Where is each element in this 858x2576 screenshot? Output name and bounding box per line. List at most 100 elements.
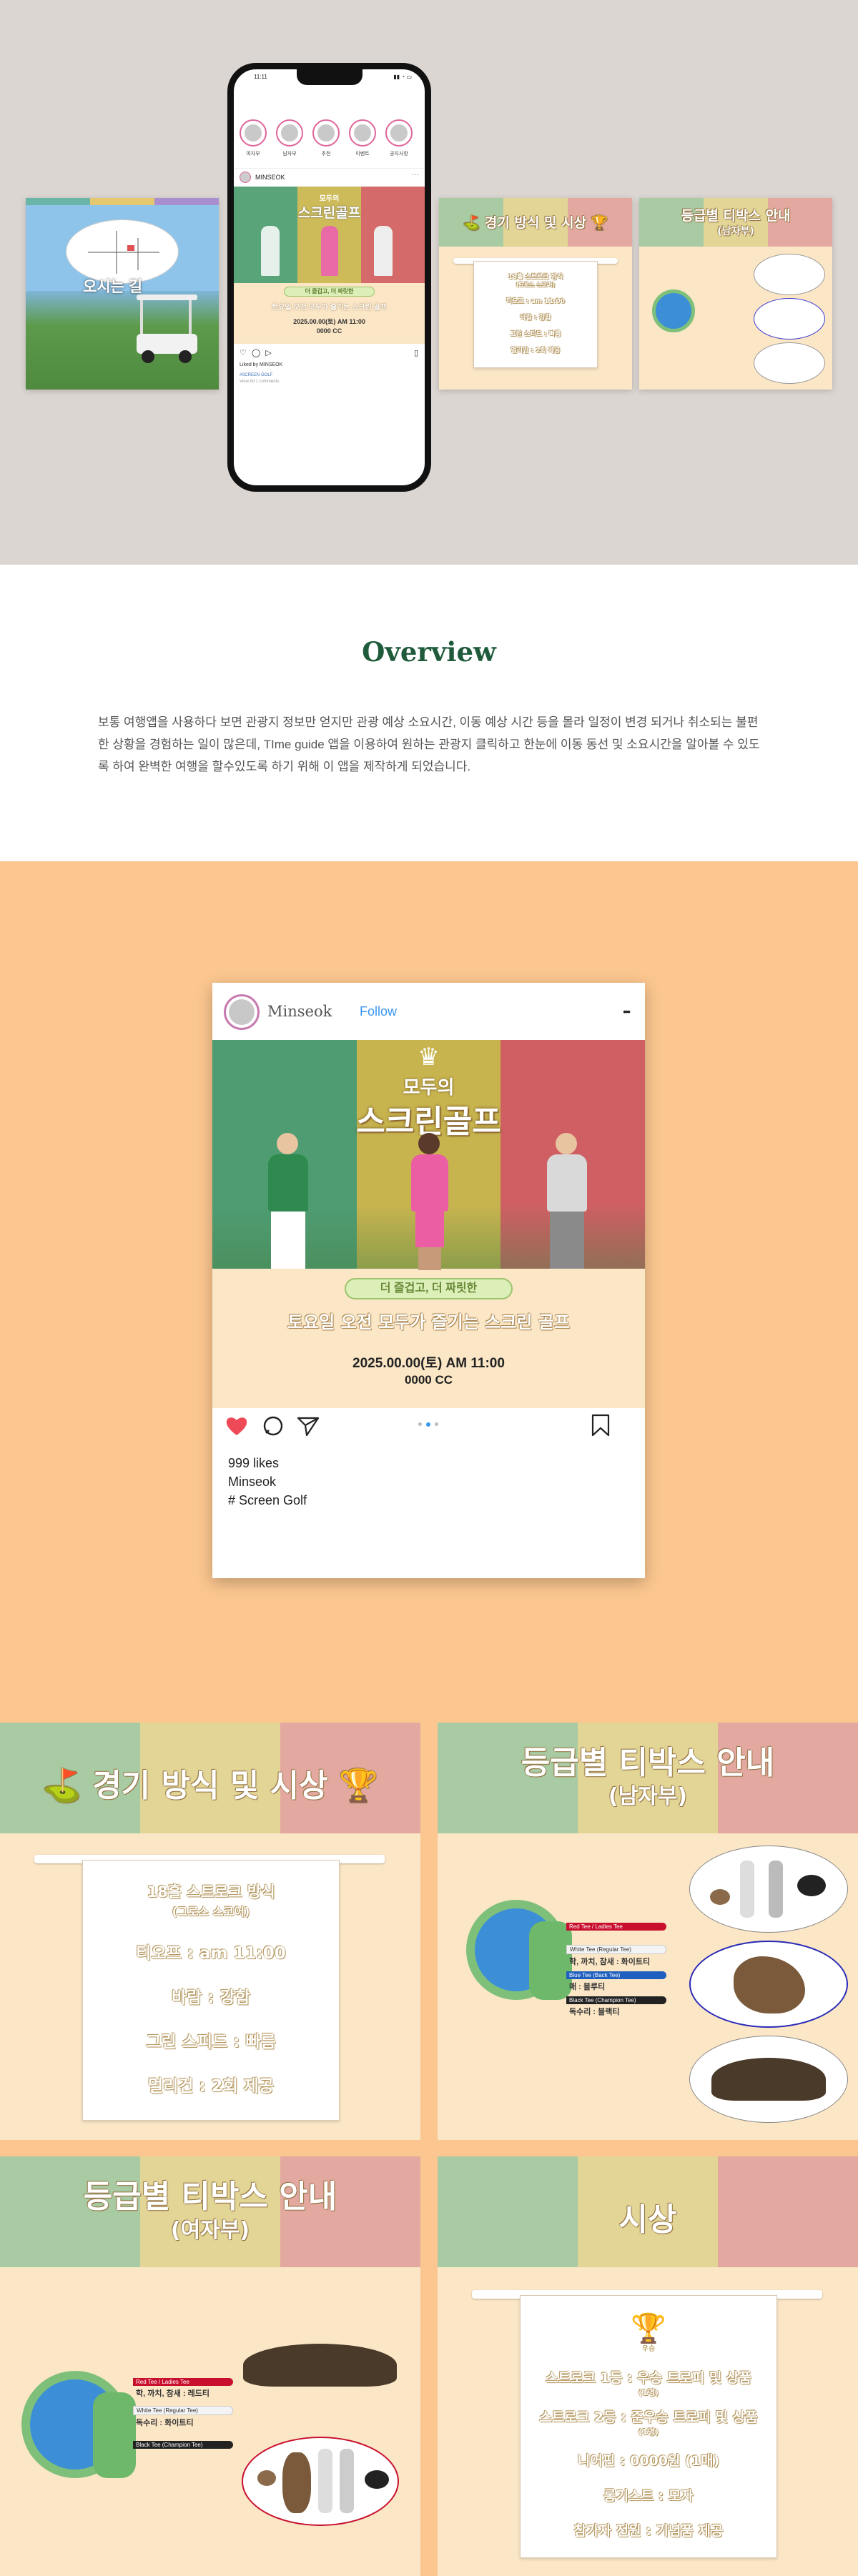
heart-icon[interactable]: ♡	[240, 349, 247, 357]
tee-label-red: Red Tee / Ladies Tee	[566, 1923, 666, 1931]
rule-line: 티오프 : am 11:00	[136, 1944, 286, 1963]
mini-rule-line: 그린 스피드 : 빠름	[510, 331, 561, 338]
tee-mini-card: 등급별 티박스 안내 (남자부)	[639, 198, 832, 390]
share-icon[interactable]	[297, 1415, 320, 1437]
tee-women-title: 등급별 티박스 안내	[83, 2179, 337, 2215]
bird-ellipse	[754, 298, 825, 340]
tee-men-subtitle: (남자부)	[608, 1784, 688, 1809]
mini-rule-line: 바람 : 강함	[520, 314, 551, 322]
phone-poster-title: 스크린골프	[297, 206, 361, 221]
rules-tile: ⛳ 경기 방식 및 시상 🏆 18홀 스트로크 방식 (그로스 스코어) 티오프…	[0, 1723, 420, 2140]
more-options-icon[interactable]: •••	[623, 1006, 631, 1017]
poster-datetime: 2025.00.00(토) AM 11:00	[352, 1356, 505, 1371]
phone-poster-venue: 0000 CC	[316, 327, 342, 335]
story-label: 남자부	[282, 152, 297, 157]
phone-comments[interactable]: View All 1 comments	[240, 380, 279, 384]
tee-grade-text: 매 : 블루티	[569, 1983, 606, 1991]
tee-labels: Red Tee / Ladies Tee 학, 까치, 참새 : 레드티 Whi…	[133, 2378, 233, 2449]
bird-ellipse	[754, 342, 825, 384]
tee-mini-title: 등급별 티박스 안내	[681, 208, 791, 224]
award-line: 니어핀 : 0000원 (1매)	[577, 2453, 720, 2469]
story-label: 이벤트	[355, 152, 370, 157]
tee-box-diagram	[93, 2392, 136, 2478]
awards-title: 시상	[618, 2201, 677, 2238]
tee-label-black: Black Tee (Champion Tee)	[566, 1996, 666, 2004]
phone-poster-headline: 토요일 오전 모두가 즐기는 스크린 골프	[271, 304, 388, 312]
phone-liked-by: Liked by MINSEOK	[240, 362, 283, 367]
comment-icon[interactable]	[262, 1415, 284, 1437]
phone-actions: ♡ ◯ ▷ ▯	[240, 348, 418, 360]
story-avatar[interactable]	[276, 119, 303, 147]
more-icon[interactable]: ···	[412, 171, 419, 179]
rule-line: 18홀 스트로크 방식	[147, 1883, 275, 1901]
flag-icon: ⛳	[42, 1768, 82, 1804]
bookmark-icon[interactable]: ▯	[414, 348, 418, 357]
award-line: 스트로크 2등 : 준우승 트로피 및 상품	[539, 2409, 758, 2425]
rules-title-text: 경기 방식 및 시상	[92, 1768, 328, 1804]
awards-scroll: 🏆 우승 스트로크 1등 : 우승 트로피 및 상품 (1명) 스트로크 2등 …	[520, 2295, 777, 2558]
rule-line: 멀리건 : 2회 제공	[147, 2077, 275, 2096]
award-line: (1명)	[638, 2388, 659, 2397]
tee-labels: Red Tee / Ladies Tee White Tee (Regular …	[566, 1923, 666, 2018]
story-avatar[interactable]	[385, 119, 413, 147]
golf-cart-image	[133, 294, 201, 366]
mini-rule-line: 18홀 스트로크 방식	[508, 274, 563, 281]
story-avatar[interactable]	[349, 119, 376, 147]
eagle-image	[243, 2315, 397, 2415]
awards-tile: 시상 🏆 우승 스트로크 1등 : 우승 트로피 및 상품 (1명) 스트로크 …	[438, 2156, 858, 2576]
rules-mini-title-text: 경기 방식 및 시상	[484, 215, 587, 231]
map-ellipse	[66, 219, 179, 284]
tee-grade-text: 독수리 : 블랙티	[569, 2008, 620, 2016]
phone-mockup: 11:11 ▮▮ ◔ ▭ 여자부 남자부 추천 이벤트 공지사항 MINSEOK…	[227, 63, 431, 492]
phone-poster: 모두의 스크린골프 더 즐겁고, 더 짜릿한 토요일 오전 모두가 즐기는 스크…	[234, 187, 425, 344]
post-username[interactable]: Minseok	[267, 1003, 332, 1020]
avatar[interactable]	[240, 172, 251, 183]
story-label: 추천	[321, 152, 331, 157]
award-line: 참가자 전원 : 기념품 제공	[573, 2523, 724, 2539]
hero-section: 오시는 길 11:11 ▮▮ ◔ ▭ 여자부 남자부 추천 이벤트 공지사항 M…	[0, 0, 858, 565]
rules-mini-title: ⛳ 경기 방식 및 시상 🏆	[463, 215, 608, 231]
story-avatar[interactable]	[312, 119, 340, 147]
tee-women-subtitle: (여자부)	[170, 2218, 250, 2243]
carousel-dots	[418, 1422, 440, 1427]
crown-icon: ♛	[418, 1044, 440, 1071]
bird-ellipse	[754, 254, 825, 295]
tee-women-tile: 등급별 티박스 안내 (여자부) Red Tee / Ladies Tee 학,…	[0, 2156, 420, 2576]
post-hashtag[interactable]: # Screen Golf	[228, 1493, 307, 1508]
bookmark-icon[interactable]	[590, 1414, 611, 1437]
comment-icon[interactable]: ◯	[252, 349, 260, 357]
overview-section: Overview 보통 여행앱을 사용하다 보면 관광지 정보만 얻지만 관광 …	[0, 565, 858, 861]
follow-button[interactable]: Follow	[360, 1004, 397, 1019]
tee-label-white: White Tee (Regular Tee)	[133, 2406, 233, 2415]
rule-line: (그로스 스코어)	[172, 1905, 250, 1918]
post-likes[interactable]: 999 likes	[228, 1456, 279, 1471]
eagle-ellipse	[689, 2036, 848, 2123]
phone-poster-title-small: 모두의	[319, 195, 340, 203]
golfer-center-image	[397, 1133, 461, 1276]
phone-poster-datetime: 2025.00.00(토) AM 11:00	[293, 318, 365, 325]
share-icon[interactable]: ▷	[265, 349, 271, 357]
story-avatar[interactable]	[240, 119, 267, 147]
tee-label-black: Black Tee (Champion Tee)	[133, 2441, 233, 2449]
rule-line: 그린 스피드 : 빠름	[146, 2033, 276, 2051]
overview-title: Overview	[362, 636, 496, 668]
poster-headline: 토요일 오전 모두가 즐기는 스크린 골프	[287, 1312, 571, 1332]
tee-men-tile: 등급별 티박스 안내 (남자부) Red Tee / Ladies Tee Wh…	[438, 1723, 858, 2140]
heart-icon[interactable]	[225, 1415, 248, 1437]
rules-title: ⛳ 경기 방식 및 시상 🏆	[0, 1760, 420, 1805]
phone-hashtag[interactable]: #SCREEN GOLF	[240, 373, 272, 377]
showcase-section: Minseok Follow ••• ♛ 모두의 스크린골프 더 즐겁고, 더 …	[0, 861, 858, 2576]
avatar[interactable]	[224, 994, 260, 1030]
phone-username[interactable]: MINSEOK	[255, 174, 285, 181]
phone-time: 11:11	[254, 74, 267, 80]
green-diagram	[652, 289, 695, 332]
tee-grade-text: 학, 까치, 참새 : 화이트티	[569, 1958, 651, 1966]
phone-post-header: MINSEOK ···	[234, 168, 425, 185]
mini-rule-line: (그로스 스코어)	[516, 282, 556, 288]
hawk-ellipse	[689, 1941, 848, 2028]
post-author[interactable]: Minseok	[228, 1475, 276, 1490]
rules-scroll: 18홀 스트로크 방식 (그로스 스코어) 티오프 : am 11:00 바람 …	[82, 1860, 340, 2121]
birds-ellipse	[242, 2437, 399, 2526]
award-line: 롱기스트 : 모자	[603, 2488, 694, 2504]
tee-label-red: Red Tee / Ladies Tee	[133, 2378, 233, 2386]
